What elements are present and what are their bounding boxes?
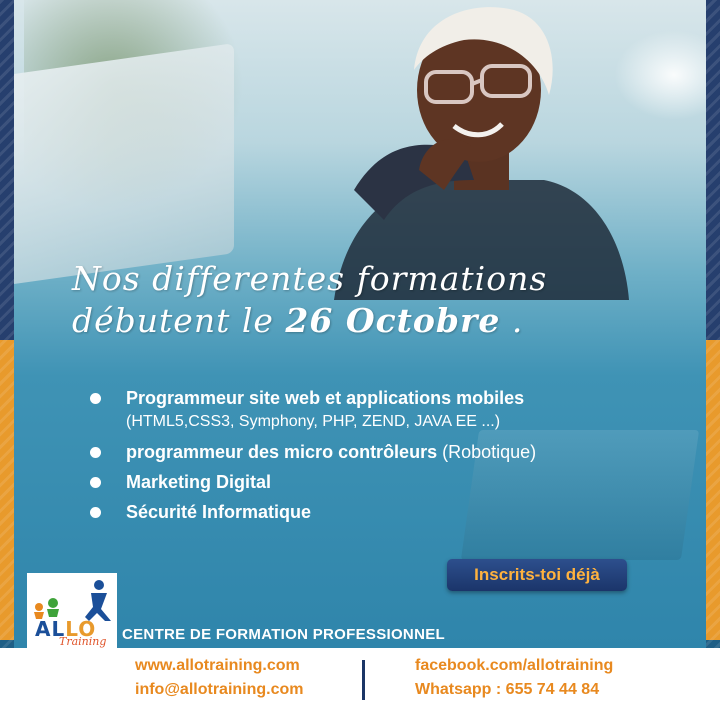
centre-label: CENTRE DE FORMATION PROFESSIONNEL <box>122 626 445 643</box>
bullet-dot-icon <box>90 507 101 518</box>
allo-training-logo: ALLO Training <box>27 573 117 653</box>
footer-left-column: www.allotraining.com info@allotraining.c… <box>135 654 304 702</box>
footer: www.allotraining.com info@allotraining.c… <box>0 648 720 720</box>
bullet-dot-icon <box>90 393 101 404</box>
whatsapp-number: Whatsapp : 655 74 44 84 <box>415 681 600 698</box>
course-extra: (Robotique) <box>437 442 537 462</box>
course-item: Sécurité Informatique <box>88 500 678 524</box>
course-title: Sécurité Informatique <box>126 502 312 522</box>
bullet-dot-icon <box>90 447 101 458</box>
headline: Nos differentes formations débutent le 2… <box>72 258 692 342</box>
bullet-dot-icon <box>90 477 101 488</box>
course-list: Programmeur site web et applications mob… <box>88 386 678 530</box>
email-link[interactable]: info@allotraining.com <box>135 678 304 702</box>
headline-line-1: Nos differentes formations <box>72 259 548 298</box>
course-title: Programmeur site web et applications mob… <box>126 388 525 408</box>
headline-prefix: débutent le <box>72 301 286 340</box>
headline-date: 26 Octobre <box>285 301 501 340</box>
course-detail: (HTML5,CSS3, Symphony, PHP, ZEND, JAVA E… <box>126 413 501 430</box>
woman-photo <box>334 7 629 300</box>
course-item: Marketing Digital <box>88 470 678 494</box>
logo-tagline: Training <box>59 635 107 648</box>
course-title: Marketing Digital <box>126 472 272 492</box>
laptop-illustration <box>14 43 234 287</box>
footer-right-column: facebook.com/allotraining Whatsapp : 655… <box>415 654 613 702</box>
headline-suffix: . <box>500 301 524 340</box>
register-button[interactable]: Inscrits-toi déjà <box>447 559 627 591</box>
course-item: programmeur des micro contrôleurs (Robot… <box>88 440 678 464</box>
website-link[interactable]: www.allotraining.com <box>135 654 304 678</box>
footer-divider <box>362 660 365 700</box>
headline-line-2: débutent le 26 Octobre . <box>72 300 692 342</box>
facebook-link[interactable]: facebook.com/allotraining <box>415 654 613 678</box>
course-item: Programmeur site web et applications mob… <box>88 386 678 434</box>
course-title: programmeur des micro contrôleurs <box>126 442 438 462</box>
